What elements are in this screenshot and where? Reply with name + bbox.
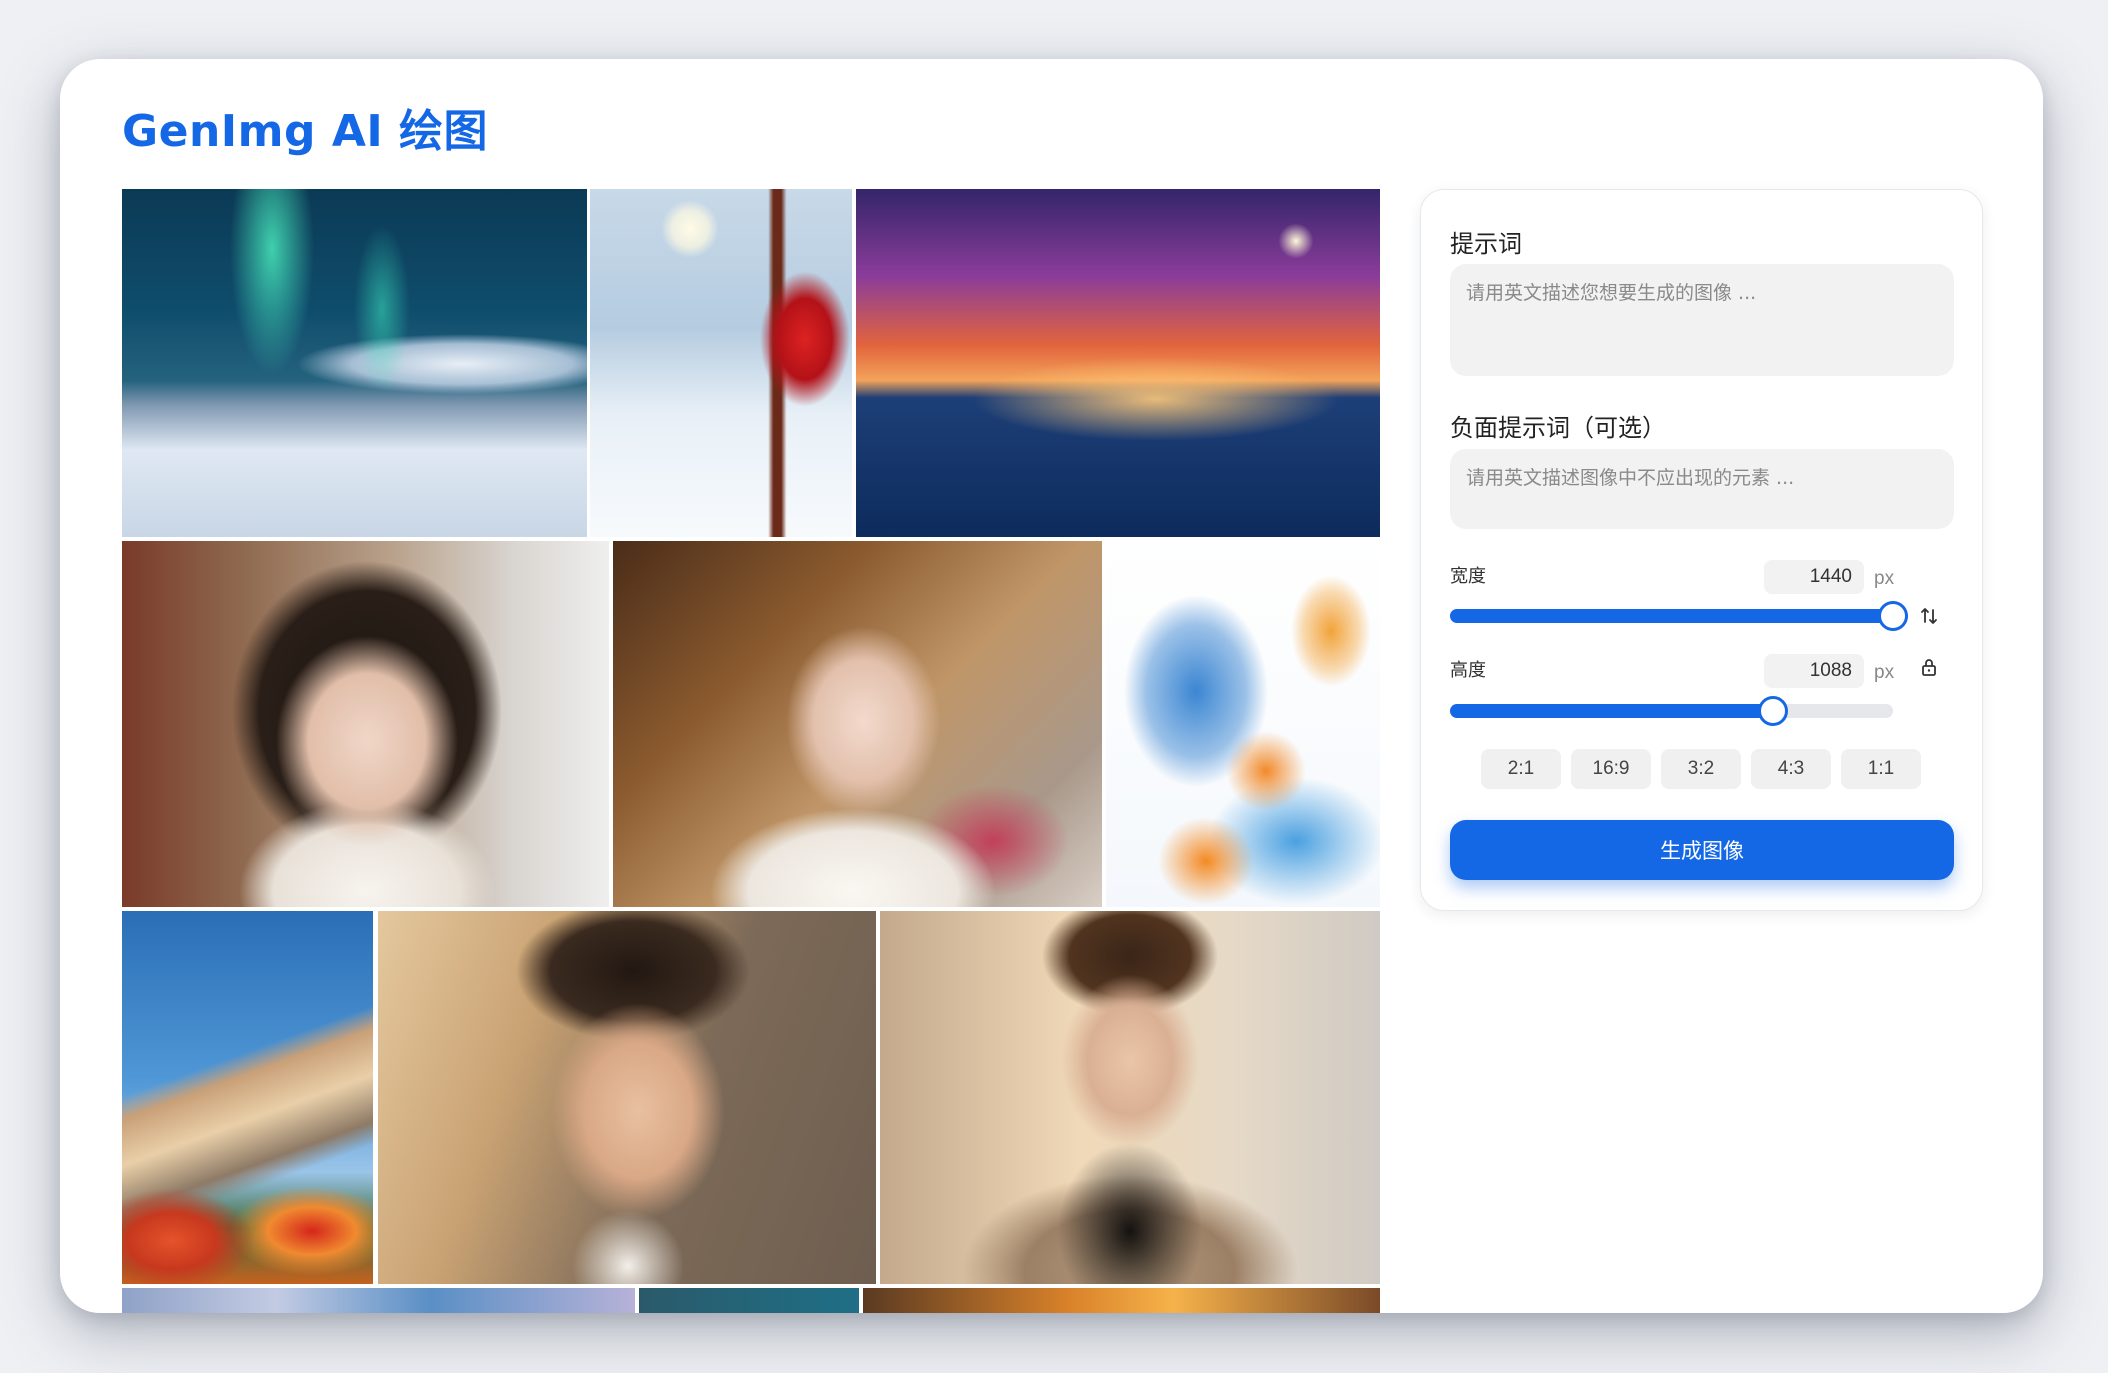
ratio-button-3-2[interactable]: 3:2 <box>1661 749 1741 789</box>
generate-button[interactable]: 生成图像 <box>1450 820 1954 880</box>
width-unit: px <box>1874 568 1895 589</box>
gallery-image-aurora-cabin[interactable] <box>122 189 587 537</box>
gallery-image-portrait-girl-cafe[interactable] <box>122 541 609 907</box>
ratio-button-2-1[interactable]: 2:1 <box>1481 749 1561 789</box>
height-input[interactable] <box>1764 654 1864 688</box>
gallery-image-portrait-boy-closeup[interactable] <box>378 911 876 1284</box>
gallery-image-watercolor-landscape[interactable] <box>1106 541 1380 907</box>
aspect-ratio-options: 2:1 16:9 3:2 4:3 1:1 <box>1481 749 1921 789</box>
prompt-input[interactable] <box>1450 264 1954 376</box>
ratio-button-1-1[interactable]: 1:1 <box>1841 749 1921 789</box>
app-window: GenImg AI 绘图 提示词 负面提示词（可选） 宽度 px 高度 <box>60 59 2043 1313</box>
negative-prompt-input[interactable] <box>1450 449 1954 529</box>
prompt-label: 提示词 <box>1450 230 1522 258</box>
gallery-image-teal-scene[interactable] <box>639 1288 859 1313</box>
height-slider-fill <box>1450 704 1774 718</box>
gallery-image-portrait-girl-restaurant[interactable] <box>613 541 1102 907</box>
gallery-image-portrait-boy-hoodie[interactable] <box>880 911 1380 1284</box>
gallery-image-autumn-mountain[interactable] <box>122 911 373 1284</box>
ratio-button-4-3[interactable]: 4:3 <box>1751 749 1831 789</box>
width-slider-thumb[interactable] <box>1878 601 1908 631</box>
width-slider[interactable] <box>1450 601 1908 631</box>
gallery-image-snow-foxes[interactable] <box>590 189 852 537</box>
lock-icon[interactable] <box>1918 656 1940 678</box>
height-unit: px <box>1874 662 1895 683</box>
gallery-image-sunset-scene[interactable] <box>863 1288 1380 1313</box>
image-gallery <box>122 189 1380 1313</box>
width-label: 宽度 <box>1450 566 1486 587</box>
generation-form: 提示词 负面提示词（可选） 宽度 px 高度 px 2:1 16:9 <box>1420 189 1983 911</box>
app-title: GenImg AI 绘图 <box>122 106 489 157</box>
height-slider[interactable] <box>1450 696 1893 726</box>
height-slider-thumb[interactable] <box>1758 696 1789 726</box>
width-slider-fill <box>1450 609 1893 623</box>
swap-icon[interactable] <box>1918 605 1940 627</box>
gallery-image-sky-clouds[interactable] <box>122 1288 635 1313</box>
gallery-image-night-ship[interactable] <box>856 189 1380 537</box>
ratio-button-16-9[interactable]: 16:9 <box>1571 749 1651 789</box>
negative-prompt-label: 负面提示词（可选） <box>1450 414 1666 442</box>
height-label: 高度 <box>1450 660 1486 681</box>
width-input[interactable] <box>1764 560 1864 594</box>
